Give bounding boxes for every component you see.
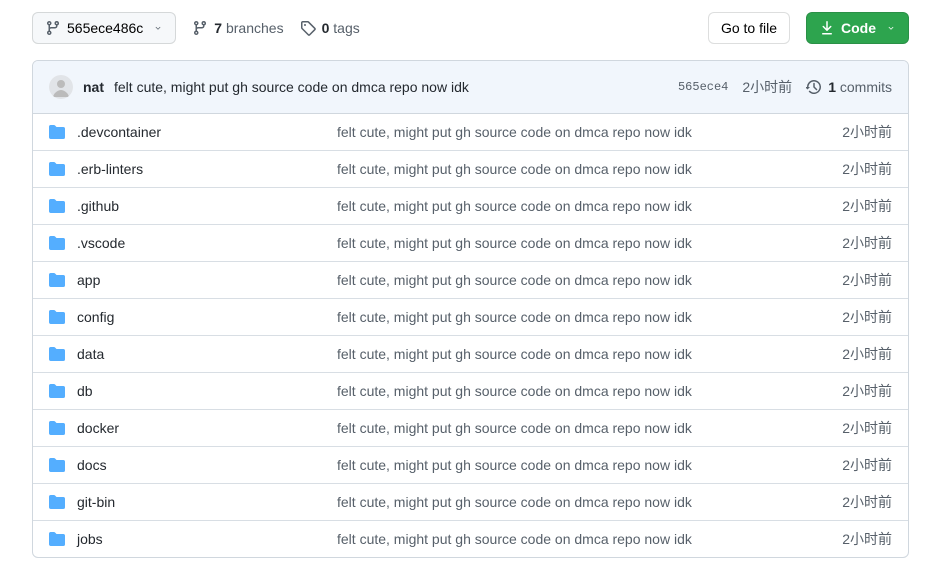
file-commit-message[interactable]: felt cute, might put gh source code on d… bbox=[337, 161, 692, 177]
file-commit-message[interactable]: felt cute, might put gh source code on d… bbox=[337, 494, 692, 510]
file-name-link[interactable]: jobs bbox=[77, 531, 103, 547]
folder-icon bbox=[49, 383, 77, 399]
file-time: 2小时前 bbox=[802, 196, 892, 216]
file-name-link[interactable]: .vscode bbox=[77, 235, 125, 251]
file-commit-message[interactable]: felt cute, might put gh source code on d… bbox=[337, 198, 692, 214]
folder-icon bbox=[49, 494, 77, 510]
table-row: app felt cute, might put gh source code o… bbox=[33, 262, 908, 299]
file-commit-message[interactable]: felt cute, might put gh source code on d… bbox=[337, 457, 692, 473]
file-time: 2小时前 bbox=[802, 455, 892, 475]
table-row: .vscode felt cute, might put gh source co… bbox=[33, 225, 908, 262]
branches-link[interactable]: 7 branches bbox=[192, 20, 283, 36]
branches-count: 7 bbox=[214, 20, 222, 36]
avatar[interactable] bbox=[49, 75, 73, 99]
table-row: .github felt cute, might put gh source co… bbox=[33, 188, 908, 225]
tag-icon bbox=[300, 20, 316, 36]
git-branch-icon bbox=[45, 20, 61, 36]
file-time: 2小时前 bbox=[802, 344, 892, 364]
table-row: db felt cute, might put gh source code on… bbox=[33, 373, 908, 410]
chevron-down-icon bbox=[153, 23, 163, 33]
file-time: 2小时前 bbox=[802, 492, 892, 512]
folder-icon bbox=[49, 272, 77, 288]
file-time: 2小时前 bbox=[802, 381, 892, 401]
folder-icon bbox=[49, 346, 77, 362]
table-row: git-bin felt cute, might put gh source co… bbox=[33, 484, 908, 521]
folder-icon bbox=[49, 161, 77, 177]
code-button[interactable]: Code bbox=[806, 12, 909, 44]
folder-icon bbox=[49, 457, 77, 473]
repo-toolbar: 565ece486c 7 branches 0 tags Go to file … bbox=[32, 12, 909, 44]
git-branch-icon bbox=[192, 20, 208, 36]
tags-label: tags bbox=[333, 20, 359, 36]
commits-count: 1 bbox=[828, 79, 836, 95]
file-name-link[interactable]: config bbox=[77, 309, 114, 325]
file-commit-message[interactable]: felt cute, might put gh source code on d… bbox=[337, 383, 692, 399]
folder-icon bbox=[49, 309, 77, 325]
file-rows: .devcontainer felt cute, might put gh sou… bbox=[33, 114, 908, 557]
code-label: Code bbox=[841, 18, 876, 38]
branch-label: 565ece486c bbox=[67, 18, 143, 38]
file-time: 2小时前 bbox=[802, 122, 892, 142]
file-name-link[interactable]: app bbox=[77, 272, 100, 288]
file-listing-box: nat felt cute, might put gh source code … bbox=[32, 60, 909, 558]
file-commit-message[interactable]: felt cute, might put gh source code on d… bbox=[337, 235, 692, 251]
folder-icon bbox=[49, 124, 77, 140]
folder-icon bbox=[49, 198, 77, 214]
file-commit-message[interactable]: felt cute, might put gh source code on d… bbox=[337, 346, 692, 362]
file-name-link[interactable]: .erb-linters bbox=[77, 161, 143, 177]
file-name-link[interactable]: git-bin bbox=[77, 494, 115, 510]
go-to-file-button[interactable]: Go to file bbox=[708, 12, 790, 44]
table-row: .devcontainer felt cute, might put gh sou… bbox=[33, 114, 908, 151]
go-to-file-label: Go to file bbox=[721, 18, 777, 38]
table-row: .erb-linters felt cute, might put gh sour… bbox=[33, 151, 908, 188]
file-name-link[interactable]: docker bbox=[77, 420, 119, 436]
file-time: 2小时前 bbox=[802, 529, 892, 549]
folder-icon bbox=[49, 531, 77, 547]
table-row: config felt cute, might put gh source cod… bbox=[33, 299, 908, 336]
file-name-link[interactable]: db bbox=[77, 383, 93, 399]
table-row: docker felt cute, might put gh source cod… bbox=[33, 410, 908, 447]
branches-label: branches bbox=[226, 20, 284, 36]
commit-meta: 565ece4 2小时前 1 commits bbox=[678, 77, 892, 97]
file-commit-message[interactable]: felt cute, might put gh source code on d… bbox=[337, 420, 692, 436]
file-commit-message[interactable]: felt cute, might put gh source code on d… bbox=[337, 309, 692, 325]
commits-label: commits bbox=[840, 79, 892, 95]
latest-commit-bar: nat felt cute, might put gh source code … bbox=[33, 61, 908, 114]
file-time: 2小时前 bbox=[802, 307, 892, 327]
commit-sha[interactable]: 565ece4 bbox=[678, 80, 728, 94]
folder-icon bbox=[49, 235, 77, 251]
branch-select-button[interactable]: 565ece486c bbox=[32, 12, 176, 44]
tags-count: 0 bbox=[322, 20, 330, 36]
file-time: 2小时前 bbox=[802, 233, 892, 253]
file-name-link[interactable]: .github bbox=[77, 198, 119, 214]
file-commit-message[interactable]: felt cute, might put gh source code on d… bbox=[337, 531, 692, 547]
table-row: data felt cute, might put gh source code … bbox=[33, 336, 908, 373]
commits-link[interactable]: 1 commits bbox=[806, 79, 892, 95]
history-icon bbox=[806, 79, 822, 95]
commit-author[interactable]: nat bbox=[83, 79, 104, 95]
file-time: 2小时前 bbox=[802, 270, 892, 290]
table-row: jobs felt cute, might put gh source code … bbox=[33, 521, 908, 557]
commit-time: 2小时前 bbox=[742, 77, 792, 97]
table-row: docs felt cute, might put gh source code … bbox=[33, 447, 908, 484]
folder-icon bbox=[49, 420, 77, 436]
file-name-link[interactable]: .devcontainer bbox=[77, 124, 161, 140]
file-commit-message[interactable]: felt cute, might put gh source code on d… bbox=[337, 124, 692, 140]
file-commit-message[interactable]: felt cute, might put gh source code on d… bbox=[337, 272, 692, 288]
download-icon bbox=[819, 20, 835, 36]
commit-message[interactable]: felt cute, might put gh source code on d… bbox=[114, 79, 469, 95]
file-time: 2小时前 bbox=[802, 418, 892, 438]
file-time: 2小时前 bbox=[802, 159, 892, 179]
file-name-link[interactable]: data bbox=[77, 346, 104, 362]
file-name-link[interactable]: docs bbox=[77, 457, 107, 473]
chevron-down-icon bbox=[886, 23, 896, 33]
tags-link[interactable]: 0 tags bbox=[300, 20, 360, 36]
